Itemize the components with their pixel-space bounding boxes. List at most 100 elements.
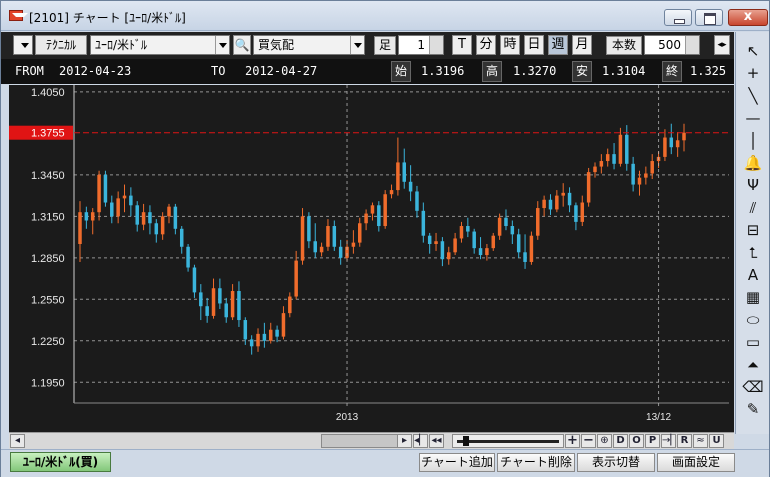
interval-minute-button[interactable]: 分 <box>476 35 496 55</box>
price-label-icon[interactable]: ⮤ <box>740 244 766 263</box>
candle-body <box>78 212 82 244</box>
spinner-icon[interactable] <box>429 36 443 54</box>
candle-body <box>466 226 470 232</box>
toggle-display-button[interactable]: 表示切替 <box>577 453 655 472</box>
candle-body <box>599 161 604 167</box>
candle-body <box>510 226 515 235</box>
toolbar-scroll-arrows[interactable]: ◂▸ <box>714 35 730 55</box>
table-icon[interactable]: ▦ <box>740 288 766 307</box>
app-icon[interactable] <box>9 10 28 21</box>
candle-body <box>663 137 667 157</box>
chevron-down-icon <box>215 36 229 54</box>
alert-bell-icon[interactable]: 🔔 <box>740 154 766 173</box>
rectangle-icon[interactable]: ▭ <box>740 333 766 352</box>
cursor-arrow-icon[interactable]: ↖ <box>740 42 766 61</box>
toolbar: ﾃｸﾆｶﾙ ﾕｰﾛ/米ﾄﾞﾙ 🔍 買気配 足 1 T 分 時 日 週 月 本数 … <box>1 32 734 59</box>
candle-body <box>351 242 356 247</box>
candle-body <box>192 267 197 293</box>
sheet-tab-eur-usd[interactable]: ﾕｰﾛ/米ﾄﾞﾙ(買) <box>10 452 111 472</box>
scroll-thumb[interactable] <box>321 434 403 448</box>
spinner-icon[interactable] <box>685 36 699 54</box>
scroll-left-icon[interactable]: ◂ <box>10 434 25 448</box>
candle-body <box>218 288 222 304</box>
to-date: 2012-04-27 <box>245 64 318 78</box>
zoom-slider[interactable] <box>452 434 564 448</box>
candle-body <box>186 246 190 268</box>
text-icon[interactable]: A <box>740 266 766 285</box>
chart-scroll-strip: ◂ ▸ ◂▏ ◂◂ + − ⊕ D O P →▏ R ≈ U <box>9 432 734 449</box>
x-tick-label: 13/12 <box>646 412 671 423</box>
close-button[interactable]: x <box>728 9 768 26</box>
jump-first-icon[interactable]: ◂▏ <box>413 434 428 448</box>
current-price-label: 1.3755 <box>31 128 65 140</box>
candle-body <box>669 137 674 148</box>
chevron-down-icon <box>18 36 32 54</box>
interval-day-button[interactable]: 日 <box>524 35 544 55</box>
candle-body <box>548 199 553 210</box>
d-button[interactable]: D <box>613 434 628 448</box>
fibonacci-icon[interactable]: ⫽ <box>740 199 766 218</box>
zoom-in-icon[interactable]: + <box>565 434 580 448</box>
y-tick-label: 1.2550 <box>31 294 65 306</box>
jump-end-icon[interactable]: →▏ <box>661 434 678 448</box>
candle-body <box>135 205 139 225</box>
candle-body <box>536 208 540 236</box>
bar-unit-spinner[interactable]: 1 <box>398 35 444 55</box>
candle-body <box>567 192 572 206</box>
y-tick-label: 1.1950 <box>31 377 65 389</box>
close-value: 1.325 <box>690 64 727 78</box>
eraser-icon[interactable]: ⌫ <box>740 378 766 397</box>
interval-week-button[interactable]: 週 <box>548 35 568 55</box>
price-chart[interactable]: 1.4050 1.3450 1.3150 1.2850 1.2550 1.2250 1.19… <box>9 85 734 432</box>
candle-body <box>675 140 680 148</box>
pitchfork-icon[interactable]: Ψ <box>740 176 766 195</box>
zoom-slider-handle[interactable] <box>463 436 469 446</box>
candle-body <box>230 291 235 318</box>
r-button[interactable]: R <box>677 434 692 448</box>
scroll-right-icon[interactable]: ▸ <box>397 434 412 448</box>
symbol-select[interactable]: ﾕｰﾛ/米ﾄﾞﾙ <box>90 35 230 55</box>
title-bar[interactable]: [2101] チャート [ﾕｰﾛ/米ﾄﾞﾙ] x <box>1 1 769 31</box>
close-icon: x <box>743 9 753 24</box>
horizontal-line-icon[interactable]: — <box>740 109 766 128</box>
candle-body <box>90 212 95 221</box>
interval-hour-button[interactable]: 時 <box>500 35 520 55</box>
trendline-icon[interactable]: ╲ <box>740 87 766 106</box>
prev-page-icon[interactable]: ◂◂ <box>429 434 444 448</box>
price-type-select[interactable]: 買気配 <box>253 35 365 55</box>
open-label: 始 <box>391 61 411 82</box>
crosshair-icon[interactable]: + <box>740 64 766 83</box>
minimize-button[interactable] <box>664 9 692 26</box>
candle-body <box>377 205 381 227</box>
candle-body <box>497 217 502 236</box>
p-button[interactable]: P <box>645 434 660 448</box>
zoom-out-icon[interactable]: − <box>581 434 596 448</box>
interval-month-button[interactable]: 月 <box>572 35 592 55</box>
candle-body <box>116 198 120 217</box>
maximize-button[interactable] <box>695 9 723 26</box>
ellipse-icon[interactable]: ⬭ <box>740 311 766 330</box>
chart-svg[interactable]: 1.4050 1.3450 1.3150 1.2850 1.2550 1.2250 1.19… <box>9 85 734 432</box>
candle-body <box>523 252 527 262</box>
candle-body <box>434 241 438 244</box>
screen-settings-button[interactable]: 画面設定 <box>657 453 735 472</box>
menu-dropdown[interactable] <box>13 35 33 55</box>
chart-settings-icon[interactable]: ≈ <box>693 434 708 448</box>
candle-body <box>319 246 324 253</box>
to-label: TO <box>211 64 226 78</box>
candle-body <box>199 292 203 307</box>
search-icon[interactable]: 🔍 <box>233 35 251 55</box>
vertical-line-icon[interactable]: │ <box>740 132 766 151</box>
technical-button[interactable]: ﾃｸﾆｶﾙ <box>35 35 87 55</box>
edit-icon[interactable]: ✎ <box>740 400 766 419</box>
triangle-icon[interactable]: ⏶ <box>740 356 766 375</box>
u-button[interactable]: U <box>709 434 724 448</box>
interval-tick-button[interactable]: T <box>452 35 472 55</box>
zoom-fit-icon[interactable]: ⊕ <box>597 434 612 448</box>
regression-icon[interactable]: ⊟ <box>740 221 766 240</box>
o-button[interactable]: O <box>629 434 644 448</box>
candle-body <box>275 329 279 337</box>
add-chart-button[interactable]: チャート追加 <box>419 453 495 472</box>
count-spinner[interactable]: 500 <box>644 35 700 55</box>
delete-chart-button[interactable]: チャート削除 <box>497 453 575 472</box>
